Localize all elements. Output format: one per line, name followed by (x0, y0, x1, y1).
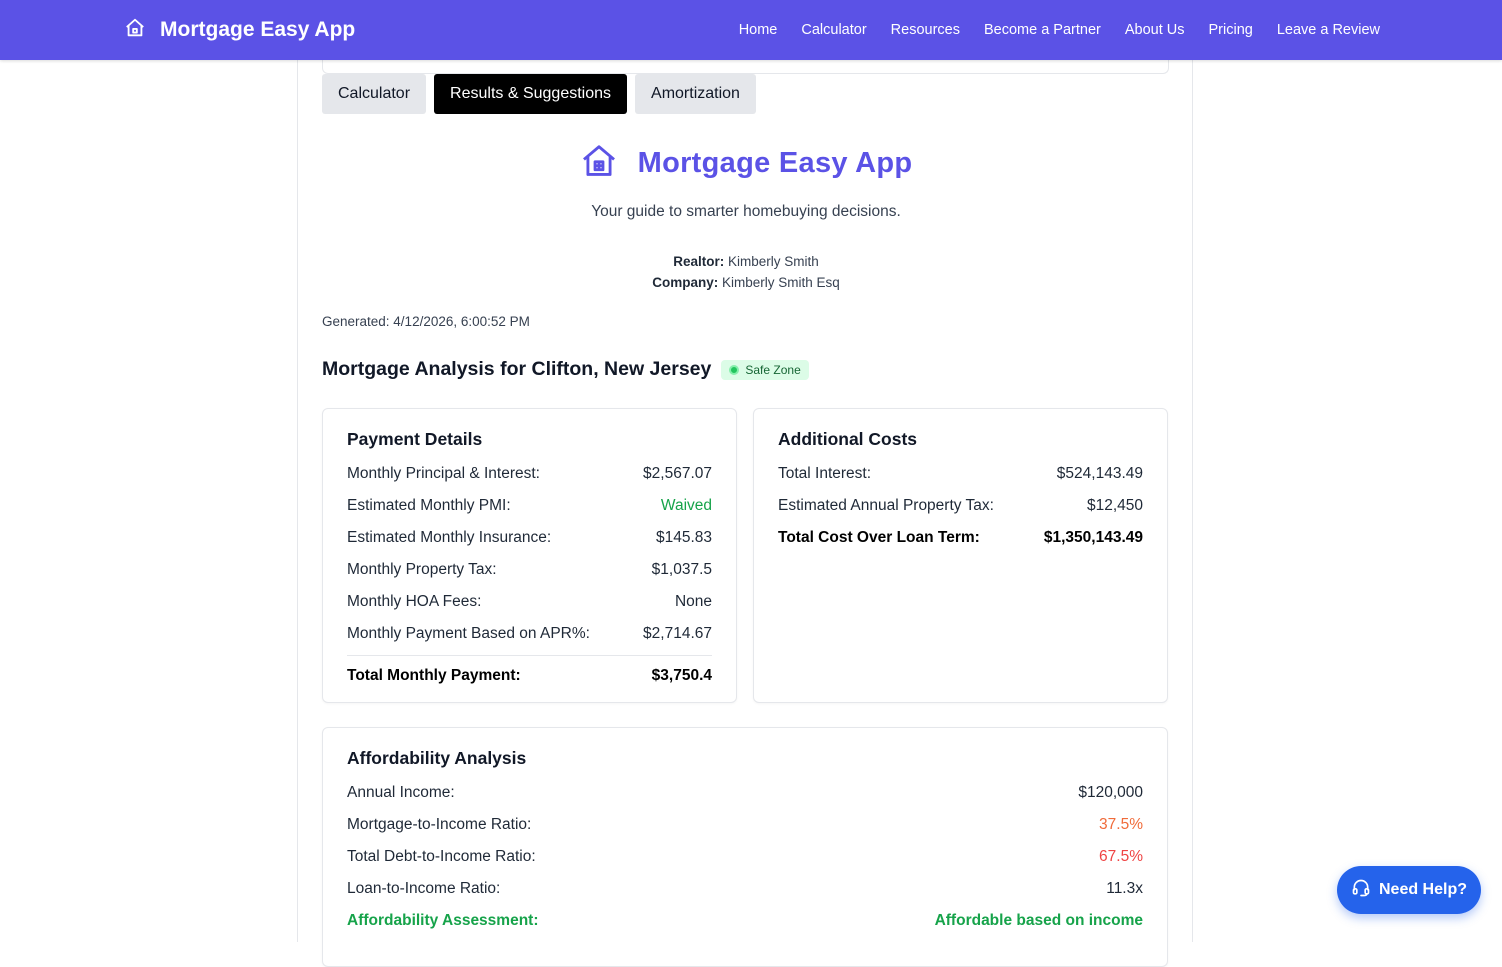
detail-row: Mortgage-to-Income Ratio: 37.5% (347, 809, 1143, 841)
assessment-row: Affordability Assessment: Affordable base… (347, 905, 1143, 937)
realtor-name: Kimberly Smith (728, 254, 819, 269)
total-value: $1,350,143.49 (1043, 529, 1143, 546)
additional-costs-panel: Additional Costs Total Interest: $524,143… (753, 408, 1168, 703)
divider (347, 655, 712, 656)
affordability-title: Affordability Analysis (347, 748, 527, 768)
brand-title: Mortgage Easy App (160, 18, 356, 41)
total-row: Total Cost Over Loan Term: $1,350,143.49 (778, 522, 1143, 554)
row-value: None (674, 593, 712, 610)
row-value: $145.83 (655, 529, 712, 546)
row-value: $120,000 (1078, 784, 1143, 801)
detail-row: Monthly Property Tax: $1,037.5 (347, 554, 712, 586)
row-value: $1,037.5 (651, 561, 712, 578)
nav-link-leave-review[interactable]: Leave a Review (1277, 22, 1380, 38)
row-label: Mortgage-to-Income Ratio: (347, 816, 532, 833)
tab-amortization[interactable]: Amortization (635, 74, 756, 114)
payment-details-panel: Payment Details Monthly Principal & Inte… (322, 408, 737, 703)
row-label: Total Debt-to-Income Ratio: (347, 848, 536, 865)
nav-link-resources[interactable]: Resources (891, 22, 960, 38)
total-label: Total Cost Over Loan Term: (778, 529, 980, 546)
report-title: Mortgage Easy App (637, 147, 913, 179)
total-value: $3,750.4 (651, 667, 712, 684)
tab-bar: Calculator Results & Suggestions Amortiz… (322, 74, 756, 114)
row-value: $524,143.49 (1056, 465, 1143, 482)
tab-results-suggestions[interactable]: Results & Suggestions (434, 74, 628, 114)
nav-link-about[interactable]: About Us (1125, 22, 1185, 38)
total-label: Total Monthly Payment: (347, 667, 521, 684)
nav-link-home[interactable]: Home (739, 22, 778, 38)
generated-timestamp: Generated: 4/12/2026, 6:00:52 PM (322, 314, 530, 329)
row-value: $2,714.67 (643, 625, 712, 642)
detail-row: Estimated Monthly Insurance: $145.83 (347, 522, 712, 554)
company-label: Company: (652, 275, 719, 290)
row-label: Estimated Annual Property Tax: (778, 497, 994, 514)
report-title-row: Mortgage Easy App (298, 142, 1194, 185)
detail-row: Total Interest: $524,143.49 (778, 458, 1143, 490)
row-value: $12,450 (1086, 497, 1143, 514)
row-label: Total Interest: (778, 465, 872, 482)
status-dot-icon (729, 364, 740, 375)
affordability-panel: Affordability Analysis Annual Income: $12… (322, 727, 1168, 967)
detail-row: Monthly HOA Fees: None (347, 586, 712, 618)
detail-row: Total Debt-to-Income Ratio: 67.5% (347, 841, 1143, 873)
detail-row: Monthly Principal & Interest: $2,567.07 (347, 458, 712, 490)
row-value: 37.5% (1099, 816, 1143, 833)
nav-link-calculator[interactable]: Calculator (801, 22, 866, 38)
house-icon (580, 142, 618, 185)
nav-link-pricing[interactable]: Pricing (1209, 22, 1253, 38)
house-icon (124, 17, 146, 44)
status-badge-label: Safe Zone (745, 362, 801, 377)
row-label: Annual Income: (347, 784, 455, 801)
top-navbar: Mortgage Easy App Home Calculator Resour… (0, 0, 1502, 60)
row-value: $2,567.07 (643, 465, 712, 482)
report-subtitle: Your guide to smarter homebuying decisio… (591, 203, 901, 220)
row-label: Monthly Principal & Interest: (347, 465, 540, 482)
row-label: Estimated Monthly Insurance: (347, 529, 552, 546)
detail-row: Monthly Payment Based on APR%: $2,714.67 (347, 618, 712, 650)
row-value: 67.5% (1099, 848, 1143, 865)
row-label: Loan-to-Income Ratio: (347, 880, 501, 897)
company-name: Kimberly Smith Esq (721, 275, 840, 290)
additional-costs-title: Additional Costs (778, 429, 918, 449)
total-row: Total Monthly Payment: $3,750.4 (347, 660, 712, 692)
brand[interactable]: Mortgage Easy App (124, 0, 355, 60)
detail-row: Loan-to-Income Ratio: 11.3x (347, 873, 1143, 905)
row-label: Monthly HOA Fees: (347, 593, 482, 610)
analysis-heading: Mortgage Analysis for Clifton, New Jerse… (322, 358, 809, 381)
detail-row: Annual Income: $120,000 (347, 777, 1143, 809)
results-card: Calculator Results & Suggestions Amortiz… (297, 0, 1194, 967)
need-help-label: Need Help? (1378, 881, 1467, 898)
row-label: Monthly Property Tax: (347, 561, 497, 578)
row-label: Monthly Payment Based on APR%: (347, 625, 590, 642)
report-header: Mortgage Easy App Your guide to smarter … (298, 142, 1194, 293)
detail-row: Estimated Monthly PMI: Waived (347, 490, 712, 522)
headset-icon (1351, 878, 1371, 903)
row-value: 11.3x (1106, 880, 1143, 897)
analysis-title: Mortgage Analysis for Clifton, New Jerse… (322, 358, 712, 380)
payment-details-title: Payment Details (347, 429, 483, 449)
assessment-label: Affordability Assessment: (347, 912, 539, 929)
realtor-info: Realtor: Kimberly Smith Company: Kimberl… (298, 251, 1194, 293)
status-badge: Safe Zone (721, 359, 809, 380)
need-help-button[interactable]: Need Help? (1337, 866, 1481, 914)
realtor-label: Realtor: (673, 254, 725, 269)
row-value: Waived (660, 497, 712, 514)
nav-link-become-partner[interactable]: Become a Partner (984, 22, 1101, 38)
assessment-value: Affordable based on income (934, 912, 1143, 929)
nav-links: Home Calculator Resources Become a Partn… (739, 0, 1380, 60)
detail-row: Estimated Annual Property Tax: $12,450 (778, 490, 1143, 522)
tab-calculator[interactable]: Calculator (322, 74, 427, 114)
row-label: Estimated Monthly PMI: (347, 497, 511, 514)
